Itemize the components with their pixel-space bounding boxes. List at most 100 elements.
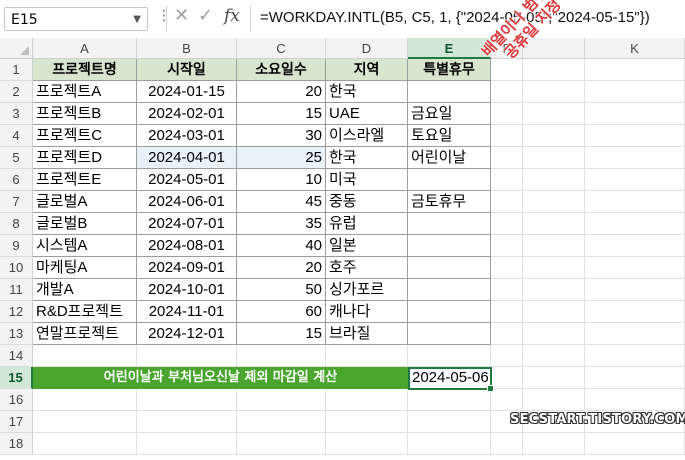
grid-cell[interactable]: [491, 301, 523, 323]
formula-input[interactable]: =WORKDAY.INTL(B5, C5, 1, {"2024-05-05";"…: [260, 9, 650, 26]
special-holiday-cell[interactable]: [408, 169, 491, 191]
project-name-cell[interactable]: 프로젝트A: [33, 81, 137, 103]
grid-cell[interactable]: [523, 257, 585, 279]
grid-cell[interactable]: [137, 389, 237, 411]
row-header-2[interactable]: 2: [0, 81, 33, 103]
grid-cell[interactable]: [137, 411, 237, 433]
region-cell[interactable]: 호주: [326, 257, 408, 279]
start-date-cell[interactable]: 2024-04-01: [137, 147, 237, 169]
grid-cell[interactable]: [585, 81, 685, 103]
region-cell[interactable]: 브라질: [326, 323, 408, 345]
start-date-cell[interactable]: 2024-02-01: [137, 103, 237, 125]
grid-cell[interactable]: [408, 433, 491, 455]
grid-cell[interactable]: [585, 125, 685, 147]
grid-cell[interactable]: [523, 389, 585, 411]
enter-check-icon[interactable]: ✓: [198, 5, 213, 26]
row-header-18[interactable]: 18: [0, 433, 33, 455]
table-header-cell[interactable]: 특별휴무: [408, 59, 491, 81]
duration-cell[interactable]: 10: [237, 169, 326, 191]
region-cell[interactable]: UAE: [326, 103, 408, 125]
start-date-cell[interactable]: 2024-05-01: [137, 169, 237, 191]
grid-cell[interactable]: [33, 345, 137, 367]
region-cell[interactable]: 캐나다: [326, 301, 408, 323]
grid-cell[interactable]: [585, 213, 685, 235]
grid-cell[interactable]: [237, 389, 326, 411]
grid-cell[interactable]: [326, 389, 408, 411]
insert-function-icon[interactable]: fx: [224, 6, 240, 26]
fill-handle[interactable]: [487, 385, 494, 392]
start-date-cell[interactable]: 2024-11-01: [137, 301, 237, 323]
grid-cell[interactable]: [585, 169, 685, 191]
project-name-cell[interactable]: 개발A: [33, 279, 137, 301]
special-holiday-cell[interactable]: 금토휴무: [408, 191, 491, 213]
grid-cell[interactable]: [523, 345, 585, 367]
row-header-11[interactable]: 11: [0, 279, 33, 301]
duration-cell[interactable]: 45: [237, 191, 326, 213]
row-header-6[interactable]: 6: [0, 169, 33, 191]
grid-cell[interactable]: [137, 433, 237, 455]
row-header-15[interactable]: 15: [0, 367, 33, 389]
duration-cell[interactable]: 20: [237, 81, 326, 103]
grid-cell[interactable]: [523, 103, 585, 125]
special-holiday-cell[interactable]: 어린이날: [408, 147, 491, 169]
grid-cell[interactable]: [491, 235, 523, 257]
project-name-cell[interactable]: 연말프로젝트: [33, 323, 137, 345]
grid-cell[interactable]: [585, 257, 685, 279]
grid-cell[interactable]: [326, 433, 408, 455]
column-header-k[interactable]: K: [585, 38, 685, 59]
row-header-17[interactable]: 17: [0, 411, 33, 433]
grid-cell[interactable]: [491, 389, 523, 411]
grid-cell[interactable]: [33, 411, 137, 433]
select-all-button[interactable]: [0, 38, 33, 59]
column-header-d[interactable]: D: [326, 38, 408, 59]
grid-cell[interactable]: [523, 367, 585, 389]
grid-cell[interactable]: [585, 191, 685, 213]
region-cell[interactable]: 한국: [326, 81, 408, 103]
grid-cell[interactable]: [585, 389, 685, 411]
duration-cell[interactable]: 30: [237, 125, 326, 147]
more-options-icon[interactable]: ⋮: [157, 8, 171, 24]
grid-cell[interactable]: [585, 235, 685, 257]
project-name-cell[interactable]: 시스템A: [33, 235, 137, 257]
duration-cell[interactable]: 40: [237, 235, 326, 257]
grid-cell[interactable]: [523, 81, 585, 103]
row-header-10[interactable]: 10: [0, 257, 33, 279]
grid-cell[interactable]: [491, 367, 523, 389]
project-name-cell[interactable]: 마케팅A: [33, 257, 137, 279]
duration-cell[interactable]: 50: [237, 279, 326, 301]
start-date-cell[interactable]: 2024-06-01: [137, 191, 237, 213]
grid-cell[interactable]: [585, 103, 685, 125]
region-cell[interactable]: 유럽: [326, 213, 408, 235]
grid-cell[interactable]: [585, 59, 685, 81]
active-cell-e15[interactable]: 2024-05-06: [408, 367, 494, 392]
grid-cell[interactable]: [523, 125, 585, 147]
grid-cell[interactable]: [326, 345, 408, 367]
start-date-cell[interactable]: 2024-01-15: [137, 81, 237, 103]
grid-cell[interactable]: [491, 345, 523, 367]
column-header-b[interactable]: B: [137, 38, 237, 59]
special-holiday-cell[interactable]: [408, 81, 491, 103]
grid-cell[interactable]: [408, 411, 491, 433]
row-header-7[interactable]: 7: [0, 191, 33, 213]
grid-cell[interactable]: [491, 81, 523, 103]
special-holiday-cell[interactable]: [408, 257, 491, 279]
table-header-cell[interactable]: 소요일수: [237, 59, 326, 81]
grid-cell[interactable]: [491, 279, 523, 301]
grid-cell[interactable]: [491, 257, 523, 279]
region-cell[interactable]: 미국: [326, 169, 408, 191]
grid-cell[interactable]: [33, 389, 137, 411]
row-header-1[interactable]: 1: [0, 59, 33, 81]
grid-cell[interactable]: [585, 279, 685, 301]
row-header-9[interactable]: 9: [0, 235, 33, 257]
duration-cell[interactable]: 35: [237, 213, 326, 235]
grid-cell[interactable]: [491, 125, 523, 147]
special-holiday-cell[interactable]: [408, 213, 491, 235]
special-holiday-cell[interactable]: [408, 323, 491, 345]
special-holiday-cell[interactable]: 금요일: [408, 103, 491, 125]
row-header-5[interactable]: 5: [0, 147, 33, 169]
grid-cell[interactable]: [523, 213, 585, 235]
start-date-cell[interactable]: 2024-03-01: [137, 125, 237, 147]
project-name-cell[interactable]: 글로벌B: [33, 213, 137, 235]
row-header-4[interactable]: 4: [0, 125, 33, 147]
row-header-12[interactable]: 12: [0, 301, 33, 323]
